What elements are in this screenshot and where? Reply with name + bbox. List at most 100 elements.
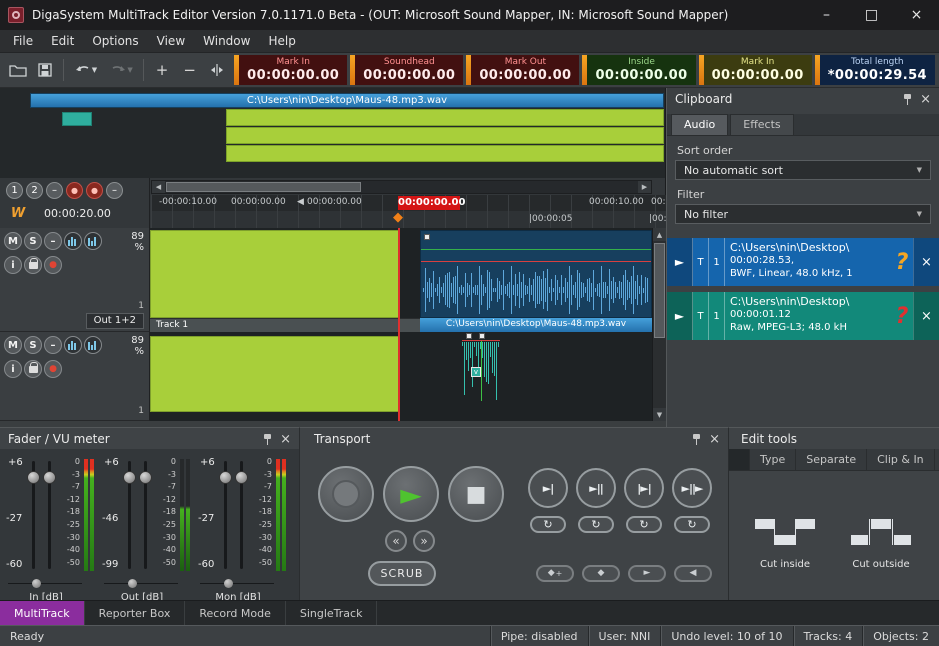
undo-button[interactable]: ▼ [69, 57, 103, 83]
overview-clip-green-3[interactable] [226, 145, 664, 162]
tab-type[interactable]: Type [750, 449, 796, 470]
balance-slider[interactable] [104, 579, 178, 588]
play-icon[interactable]: ► [667, 238, 693, 286]
tab-singletrack[interactable]: SingleTrack [286, 601, 378, 625]
fader-knob[interactable] [219, 471, 232, 484]
fader-knob[interactable] [43, 471, 56, 484]
track2-audio-clip[interactable]: v [462, 340, 500, 413]
fit-view-button[interactable] [205, 57, 231, 83]
maximize-button[interactable]: □ [849, 0, 894, 30]
fader-slider[interactable] [128, 461, 131, 569]
timeline-scroll-thumb[interactable] [166, 182, 361, 192]
track-vertical-scrollbar[interactable]: ▲ ▼ [652, 228, 666, 421]
loop-button[interactable]: ↻ [674, 516, 710, 533]
balance-knob[interactable] [224, 579, 233, 588]
record-button[interactable] [318, 466, 374, 522]
clip-gain-line[interactable] [421, 249, 651, 250]
fader-slider[interactable] [48, 461, 51, 569]
play-selection-button[interactable]: |►| [624, 468, 664, 508]
fader-knob[interactable] [123, 471, 136, 484]
track2-meter-button[interactable] [64, 336, 82, 354]
overview-clip-title[interactable]: C:\Users\nin\Desktop\Maus-48.mp3.wav [30, 93, 664, 108]
track1-record-arm-button[interactable]: ● [44, 256, 62, 274]
track2-lock-button[interactable] [24, 360, 42, 378]
track1-name-bar[interactable]: Track 1 [150, 318, 420, 332]
wave-zoom-button[interactable]: W [6, 204, 30, 223]
minimize-tracks-button[interactable]: – [106, 182, 123, 199]
menu-help[interactable]: Help [259, 31, 304, 51]
play-pause-button[interactable]: ►|| [576, 468, 616, 508]
overview-clip-green-2[interactable] [226, 127, 664, 144]
remove-entry-button[interactable]: × [913, 238, 939, 286]
menu-file[interactable]: File [4, 31, 42, 51]
punch-out-button[interactable]: ● [86, 182, 103, 199]
track1-audio-clip[interactable] [420, 230, 652, 318]
menu-edit[interactable]: Edit [42, 31, 83, 51]
tab-clip-in[interactable]: Clip & In [867, 449, 935, 470]
scroll-up-icon[interactable]: ▲ [653, 228, 666, 241]
open-button[interactable] [5, 57, 31, 83]
tab-edit[interactable] [729, 449, 750, 470]
playhead-marker-icon[interactable]: ◆ [393, 210, 403, 225]
close-icon[interactable]: × [280, 433, 291, 446]
group-1-button[interactable]: 1 [6, 182, 23, 199]
clip-marker-line[interactable] [421, 261, 651, 262]
marker-add-button[interactable]: ◆+ [536, 565, 574, 582]
nudge-forward-button[interactable]: » [413, 530, 435, 552]
nudge-back-button[interactable]: « [385, 530, 407, 552]
scroll-left-icon[interactable]: ◀ [152, 181, 165, 193]
collapse-button[interactable]: – [46, 182, 63, 199]
cut-inside-button[interactable]: Cut inside [739, 480, 831, 580]
clip-fade-handle[interactable] [479, 333, 485, 339]
close-icon[interactable]: × [920, 93, 931, 106]
zoom-in-button[interactable]: + [149, 57, 175, 83]
zoom-out-button[interactable]: − [177, 57, 203, 83]
next-marker-button[interactable]: ► [628, 565, 666, 582]
play-to-end-button[interactable]: ►| [528, 468, 568, 508]
balance-knob[interactable] [32, 579, 41, 588]
marker-button[interactable]: ◆ [582, 565, 620, 582]
track2-green-clip[interactable] [150, 336, 399, 412]
track1-solo-button[interactable]: S [24, 232, 42, 250]
overview-clip-teal[interactable] [62, 112, 92, 126]
menu-view[interactable]: View [148, 31, 194, 51]
clipboard-entry[interactable]: ► T 1 C:\Users\nin\Desktop\ 00:00:28.53,… [667, 238, 939, 286]
punch-in-button[interactable]: ● [66, 182, 83, 199]
timeline-scrollbar[interactable]: ◀ ▶ [151, 180, 652, 194]
tab-effects[interactable]: Effects [730, 114, 793, 135]
play-from-mark-button[interactable]: ►||► [672, 468, 712, 508]
play-button[interactable]: ► [383, 466, 439, 522]
track1-info-button[interactable]: i [4, 256, 22, 274]
loop-button[interactable]: ↻ [530, 516, 566, 533]
track2-info-button[interactable]: i [4, 360, 22, 378]
clip-fade-handle[interactable] [466, 333, 472, 339]
pin-icon[interactable] [262, 433, 272, 446]
time-ruler-sub[interactable]: ◆ |00:00:05 |00: [151, 211, 666, 228]
fader-knob[interactable] [235, 471, 248, 484]
fader-slider[interactable] [240, 461, 243, 569]
pin-icon[interactable] [902, 93, 912, 106]
redo-button[interactable]: ▼ [105, 57, 139, 83]
track2-record-arm-button[interactable]: ● [44, 360, 62, 378]
track2-mute-button[interactable]: M [4, 336, 22, 354]
remove-entry-button[interactable]: × [913, 292, 939, 340]
track-scroll-thumb[interactable] [654, 243, 665, 338]
fader-knob[interactable] [27, 471, 40, 484]
track1-lock-button[interactable] [24, 256, 42, 274]
track2-solo-button[interactable]: S [24, 336, 42, 354]
balance-slider[interactable] [8, 579, 82, 588]
fader-slider[interactable] [144, 461, 147, 569]
menu-options[interactable]: Options [83, 31, 147, 51]
time-ruler[interactable]: -00:00:10.00 00:00:00.00 ◀ 00:00:00.00 0… [151, 195, 666, 211]
cut-outside-button[interactable]: Cut outside [835, 480, 927, 580]
tab-record-mode[interactable]: Record Mode [185, 601, 285, 625]
clip-fade-handle[interactable] [424, 234, 430, 240]
track2-collapse-button[interactable]: – [44, 336, 62, 354]
scrub-button[interactable]: SCRUB [368, 561, 436, 586]
sort-order-select[interactable]: No automatic sort ▼ [675, 160, 931, 180]
fader-slider[interactable] [224, 461, 227, 569]
close-button[interactable]: × [894, 0, 939, 30]
tab-multitrack[interactable]: MultiTrack [0, 601, 85, 625]
menu-window[interactable]: Window [194, 31, 259, 51]
track1-clip-title-bar[interactable]: C:\Users\nin\Desktop\Maus-48.mp3.wav [420, 318, 652, 332]
